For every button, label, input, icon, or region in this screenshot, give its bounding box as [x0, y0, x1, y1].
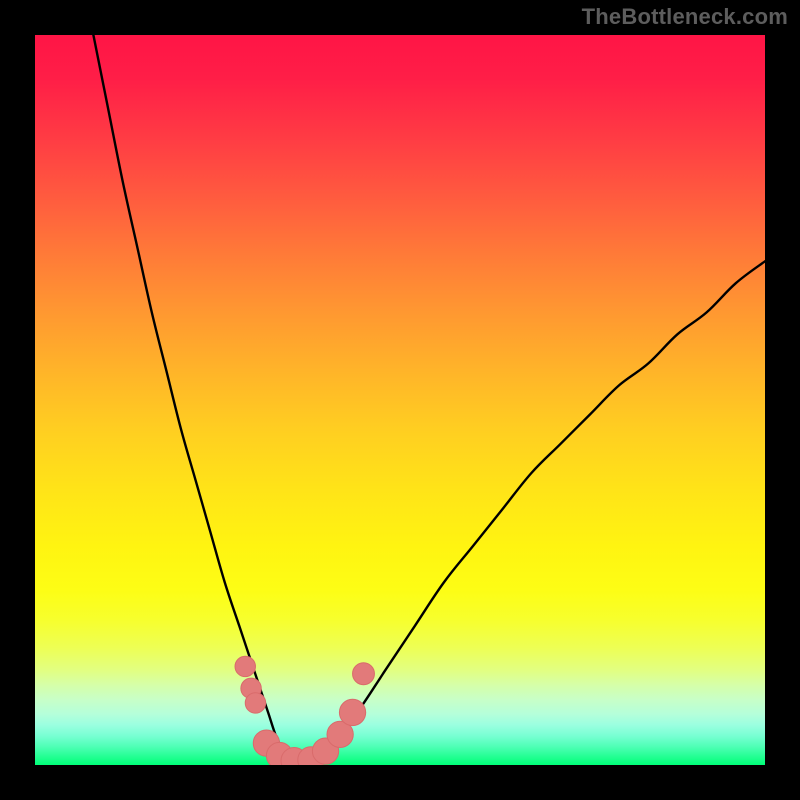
curve-marker — [353, 663, 375, 685]
curve-marker — [245, 693, 265, 713]
curve-marker — [235, 656, 255, 676]
plot-area — [35, 35, 765, 765]
curve-layer — [35, 35, 765, 765]
curve-marker — [339, 699, 365, 725]
chart-frame: TheBottleneck.com — [0, 0, 800, 800]
bottleneck-curve — [93, 35, 765, 764]
watermark-text: TheBottleneck.com — [582, 4, 788, 30]
